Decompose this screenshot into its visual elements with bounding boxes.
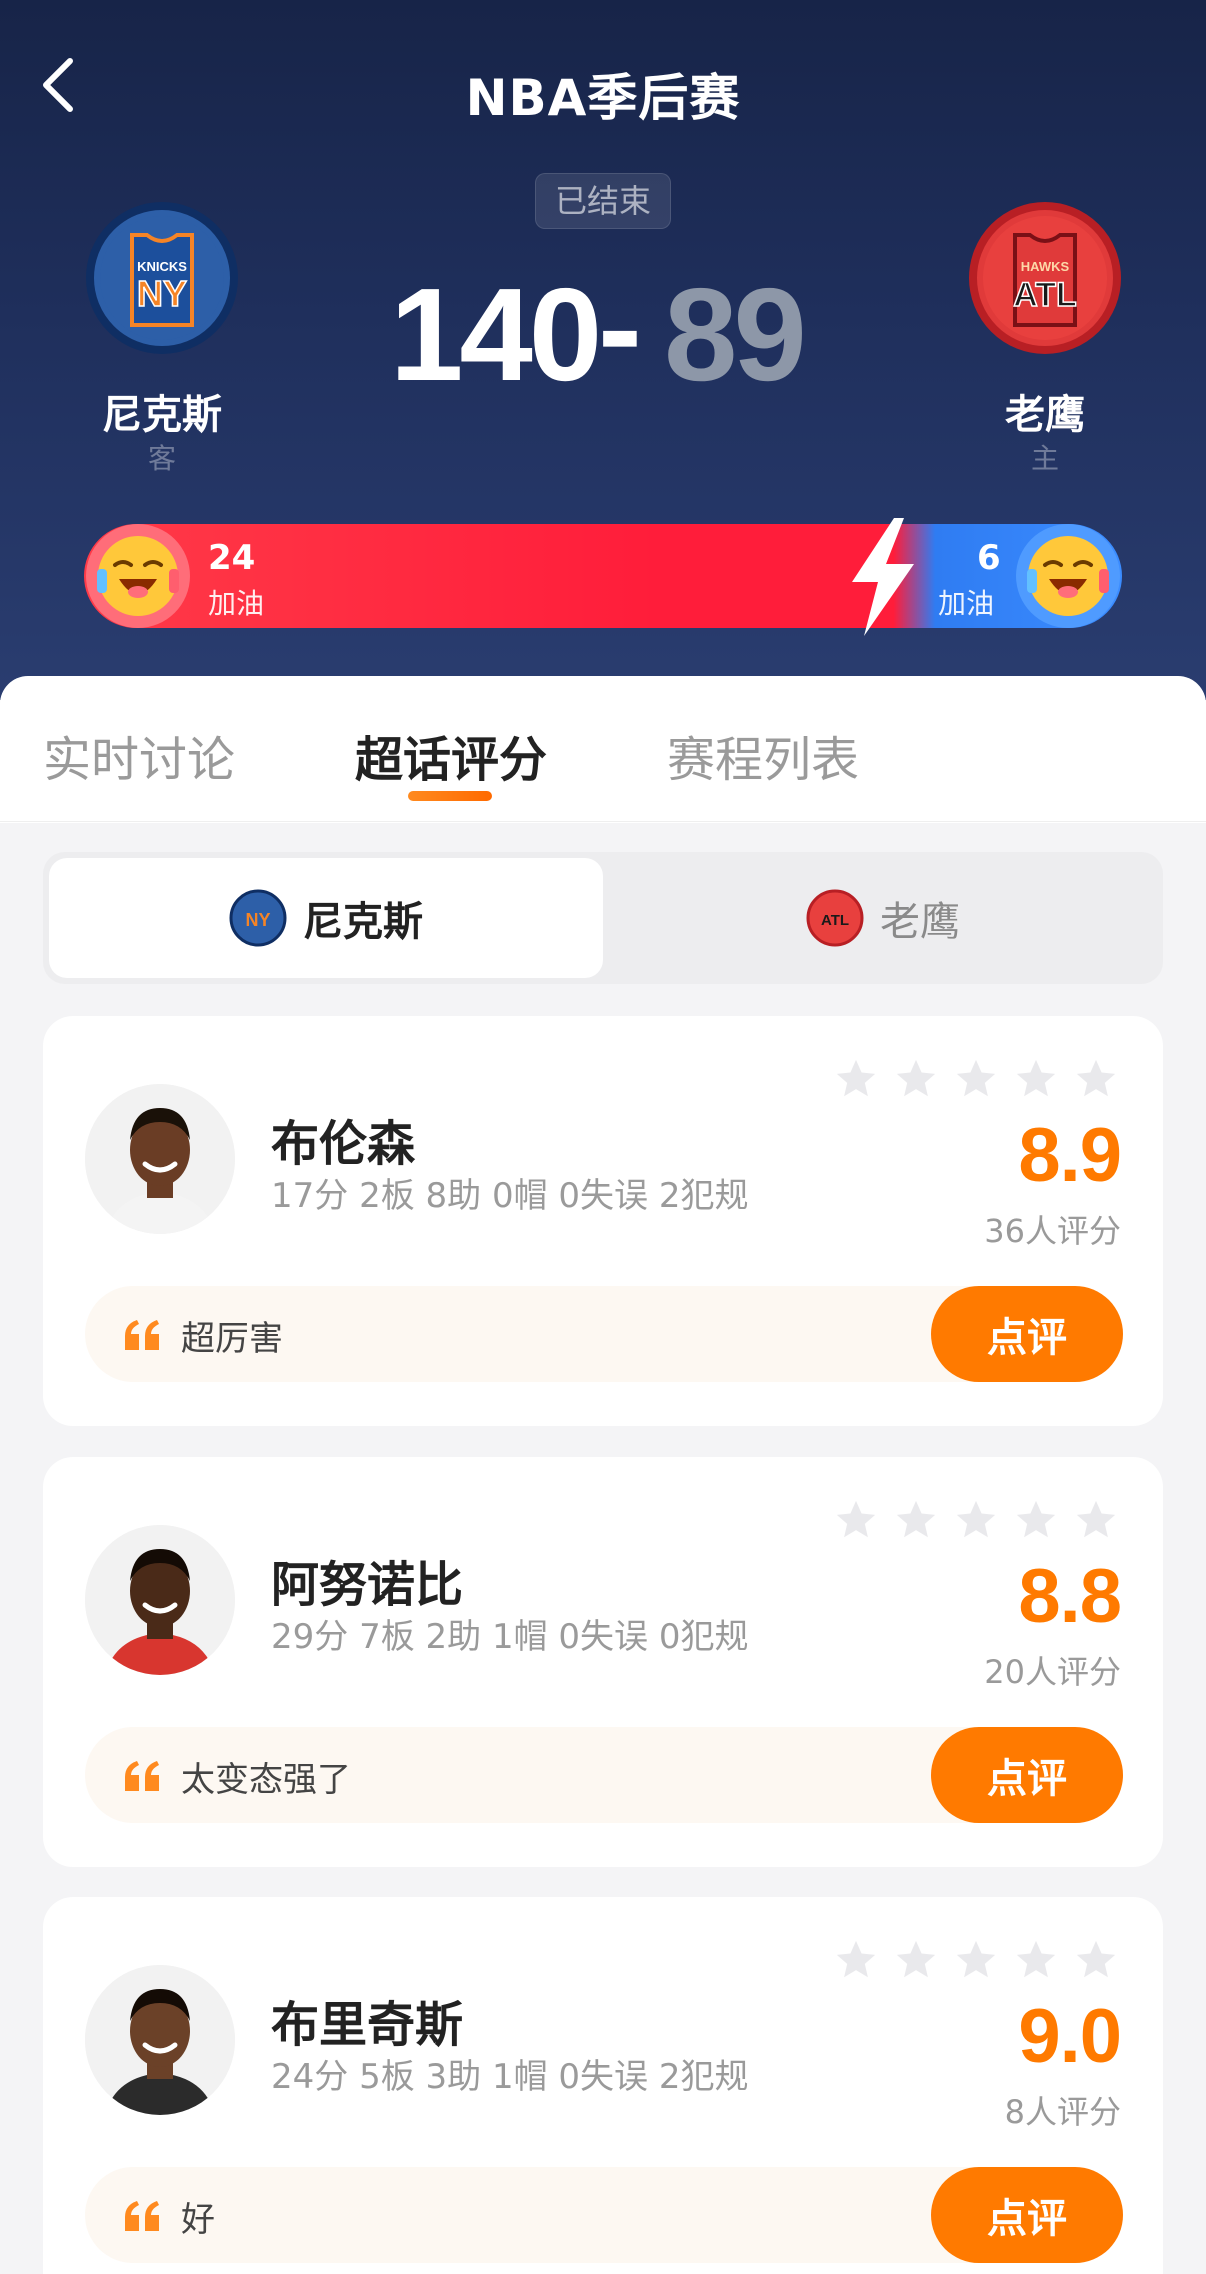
review-button[interactable]: 点评 — [931, 1727, 1123, 1823]
top-comment-text: 好 — [181, 2200, 215, 2240]
player-rating: 8.9 — [1018, 1113, 1122, 1198]
away-team-name: 尼克斯 — [102, 392, 222, 438]
cheer-away-label: 加油 — [208, 587, 265, 620]
quote-icon — [125, 1320, 159, 1350]
star-icon[interactable] — [953, 1937, 999, 1983]
star-icon[interactable] — [1073, 1056, 1119, 1102]
knicks-logo[interactable]: KNICKS NY — [86, 202, 238, 354]
player-name: 布里奇斯 — [271, 1997, 464, 2053]
quote-icon — [125, 2201, 159, 2231]
team-switch: NY 尼克斯 ATL 老鹰 — [43, 852, 1163, 984]
hawks-logo[interactable]: HAWKS ATL — [969, 202, 1121, 354]
star-icon[interactable] — [1013, 1497, 1059, 1543]
cheer-home-label: 加油 — [938, 587, 995, 620]
top-comment-bar[interactable]: 太变态强了 点评 — [85, 1727, 1123, 1823]
svg-text:NY: NY — [245, 910, 270, 930]
score-separator: - — [598, 254, 642, 401]
svg-text:ATL: ATL — [1013, 276, 1077, 314]
star-icon[interactable] — [1013, 1056, 1059, 1102]
player-card: 布伦森 17分 2板 8助 0帽 0失误 2犯规 8.9 36人评分 超厉害 点… — [43, 1016, 1163, 1426]
svg-text:ATL: ATL — [821, 912, 849, 929]
tab-schedule[interactable]: 赛程列表 — [667, 720, 859, 790]
svg-text:HAWKS: HAWKS — [1021, 259, 1070, 274]
player-avatar[interactable] — [85, 1084, 235, 1234]
away-score: 140 — [390, 261, 602, 408]
switch-hawks[interactable]: ATL 老鹰 — [603, 852, 1163, 984]
rating-count: 8人评分 — [1004, 2093, 1121, 2131]
cheer-away-count: 24 — [208, 538, 256, 578]
star-icon[interactable] — [953, 1056, 999, 1102]
switch-hawks-label: 老鹰 — [880, 899, 960, 945]
cheer-home-button[interactable] — [1016, 524, 1120, 628]
star-icon[interactable] — [1073, 1937, 1119, 1983]
quote-icon — [125, 1761, 159, 1791]
star-icon[interactable] — [833, 1056, 879, 1102]
player-stats: 29分 7板 2助 1帽 0失误 0犯规 — [271, 1617, 749, 1657]
svg-text:NY: NY — [137, 273, 187, 314]
player-stats: 24分 5板 3助 1帽 0失误 2犯规 — [271, 2057, 749, 2097]
star-icon[interactable] — [893, 1497, 939, 1543]
star-icon[interactable] — [1073, 1497, 1119, 1543]
top-comment-bar[interactable]: 好 点评 — [85, 2167, 1123, 2263]
top-comment-bar[interactable]: 超厉害 点评 — [85, 1286, 1123, 1382]
rating-stars[interactable] — [833, 1497, 1119, 1543]
rating-count: 36人评分 — [984, 1212, 1121, 1250]
player-card: 布里奇斯 24分 5板 3助 1帽 0失误 2犯规 9.0 8人评分 好 点评 — [43, 1897, 1163, 2274]
star-icon[interactable] — [833, 1937, 879, 1983]
star-icon[interactable] — [893, 1056, 939, 1102]
cheer-away-button[interactable] — [86, 524, 190, 628]
star-icon[interactable] — [833, 1497, 879, 1543]
svg-text:KNICKS: KNICKS — [137, 259, 187, 274]
top-comment-text: 太变态强了 — [181, 1760, 351, 1800]
rating-stars[interactable] — [833, 1937, 1119, 1983]
cheer-home-count: 6 — [977, 538, 1001, 578]
star-icon[interactable] — [1013, 1937, 1059, 1983]
laughing-emoji-icon — [1027, 536, 1109, 616]
review-button[interactable]: 点评 — [931, 2167, 1123, 2263]
switch-knicks[interactable]: NY 尼克斯 — [49, 858, 603, 978]
match-header: NBA季后赛 已结束 KNICKS NY 尼克斯 客 HAWKS ATL 老鹰 … — [0, 0, 1206, 700]
tab-bar: 实时讨论 超话评分 赛程列表 — [0, 676, 1206, 822]
home-score: 89 — [664, 261, 807, 408]
switch-knicks-label: 尼克斯 — [303, 899, 423, 945]
home-team-name: 老鹰 — [1005, 392, 1085, 438]
player-name: 阿努诺比 — [271, 1557, 464, 1613]
hawks-mini-logo-icon: ATL — [806, 889, 864, 947]
rating-count: 20人评分 — [984, 1653, 1121, 1691]
player-card: 阿努诺比 29分 7板 2助 1帽 0失误 0犯规 8.8 20人评分 太变态强… — [43, 1457, 1163, 1867]
laughing-emoji-icon — [97, 536, 179, 616]
top-comment-text: 超厉害 — [181, 1319, 283, 1359]
star-icon[interactable] — [893, 1937, 939, 1983]
player-name: 布伦森 — [271, 1116, 416, 1172]
player-rating: 8.8 — [1018, 1554, 1122, 1639]
player-stats: 17分 2板 8助 0帽 0失误 2犯规 — [271, 1176, 749, 1216]
tab-player-ratings[interactable]: 超话评分 — [355, 720, 547, 790]
player-avatar[interactable] — [85, 1965, 235, 2115]
tab-live-discussion[interactable]: 实时讨论 — [43, 720, 235, 790]
review-button[interactable]: 点评 — [931, 1286, 1123, 1382]
active-tab-indicator — [408, 791, 492, 801]
player-avatar[interactable] — [85, 1525, 235, 1675]
lightning-icon — [852, 518, 914, 636]
away-team-side: 客 — [147, 442, 176, 475]
rating-stars[interactable] — [833, 1056, 1119, 1102]
star-icon[interactable] — [953, 1497, 999, 1543]
page-title: NBA季后赛 — [465, 69, 741, 127]
player-rating: 9.0 — [1018, 1994, 1122, 2079]
match-status-badge: 已结束 — [535, 173, 671, 229]
knicks-mini-logo-icon: NY — [229, 889, 287, 947]
home-team-side: 主 — [1030, 442, 1059, 475]
